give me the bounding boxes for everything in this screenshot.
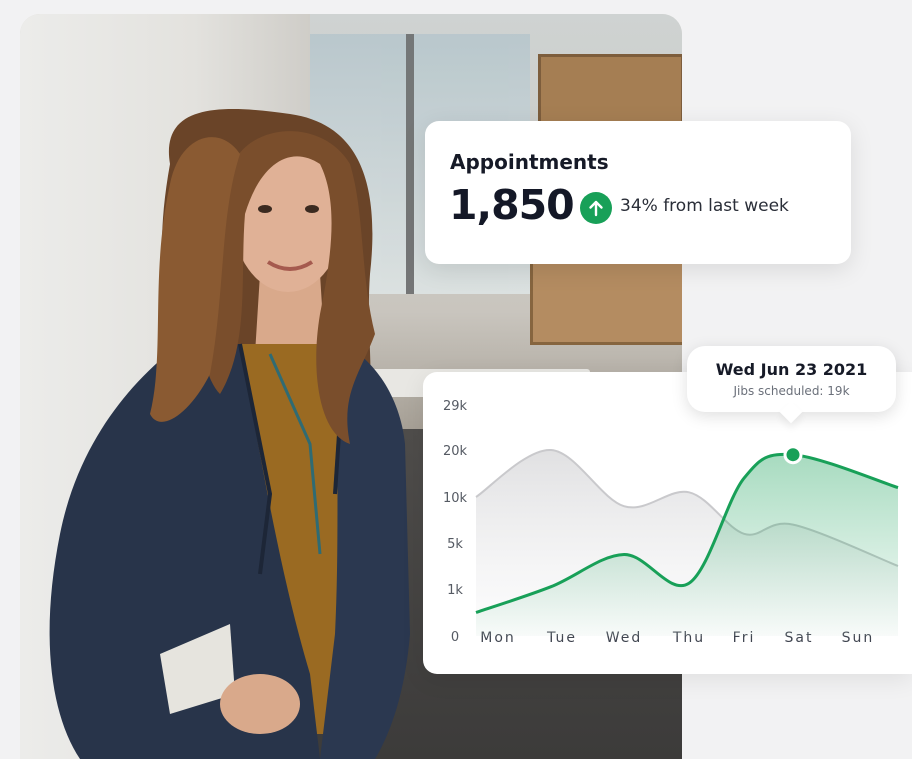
y-tick-label: 1k (447, 583, 463, 598)
tooltip-date: Wed Jun 23 2021 (715, 360, 868, 379)
arrow-up-icon (580, 192, 612, 224)
chart-tooltip: Wed Jun 23 2021 Jibs scheduled: 19k (687, 346, 896, 412)
trend-text: 34% from last week (620, 196, 789, 216)
tooltip-subtitle: Jibs scheduled: 19k (733, 384, 850, 398)
schedule-chart-card: 0 1k 5k 10k 20k 29k Mon Tue Wed Thu Fri Sat Sun (423, 372, 912, 674)
schedule-chart: 01k5k10k20k29k Mon Tue Wed Thu Fri Sat Sun (443, 399, 899, 646)
appointments-title: Appointments (450, 150, 609, 174)
highlight-point[interactable] (783, 445, 803, 465)
appointments-card: Appointments 1,850 34% from last week (425, 121, 851, 264)
y-tick-label: 20k (443, 444, 468, 459)
y-tick-label: 10k (443, 491, 468, 506)
woman-portrait (49, 109, 410, 759)
appointments-value: 1,850 (449, 181, 575, 229)
y-tick-label: 0 (451, 630, 459, 645)
y-tick-label: 29k (443, 399, 468, 414)
bulletin-board-lower (530, 259, 682, 345)
y-tick-label: 5k (447, 537, 463, 552)
